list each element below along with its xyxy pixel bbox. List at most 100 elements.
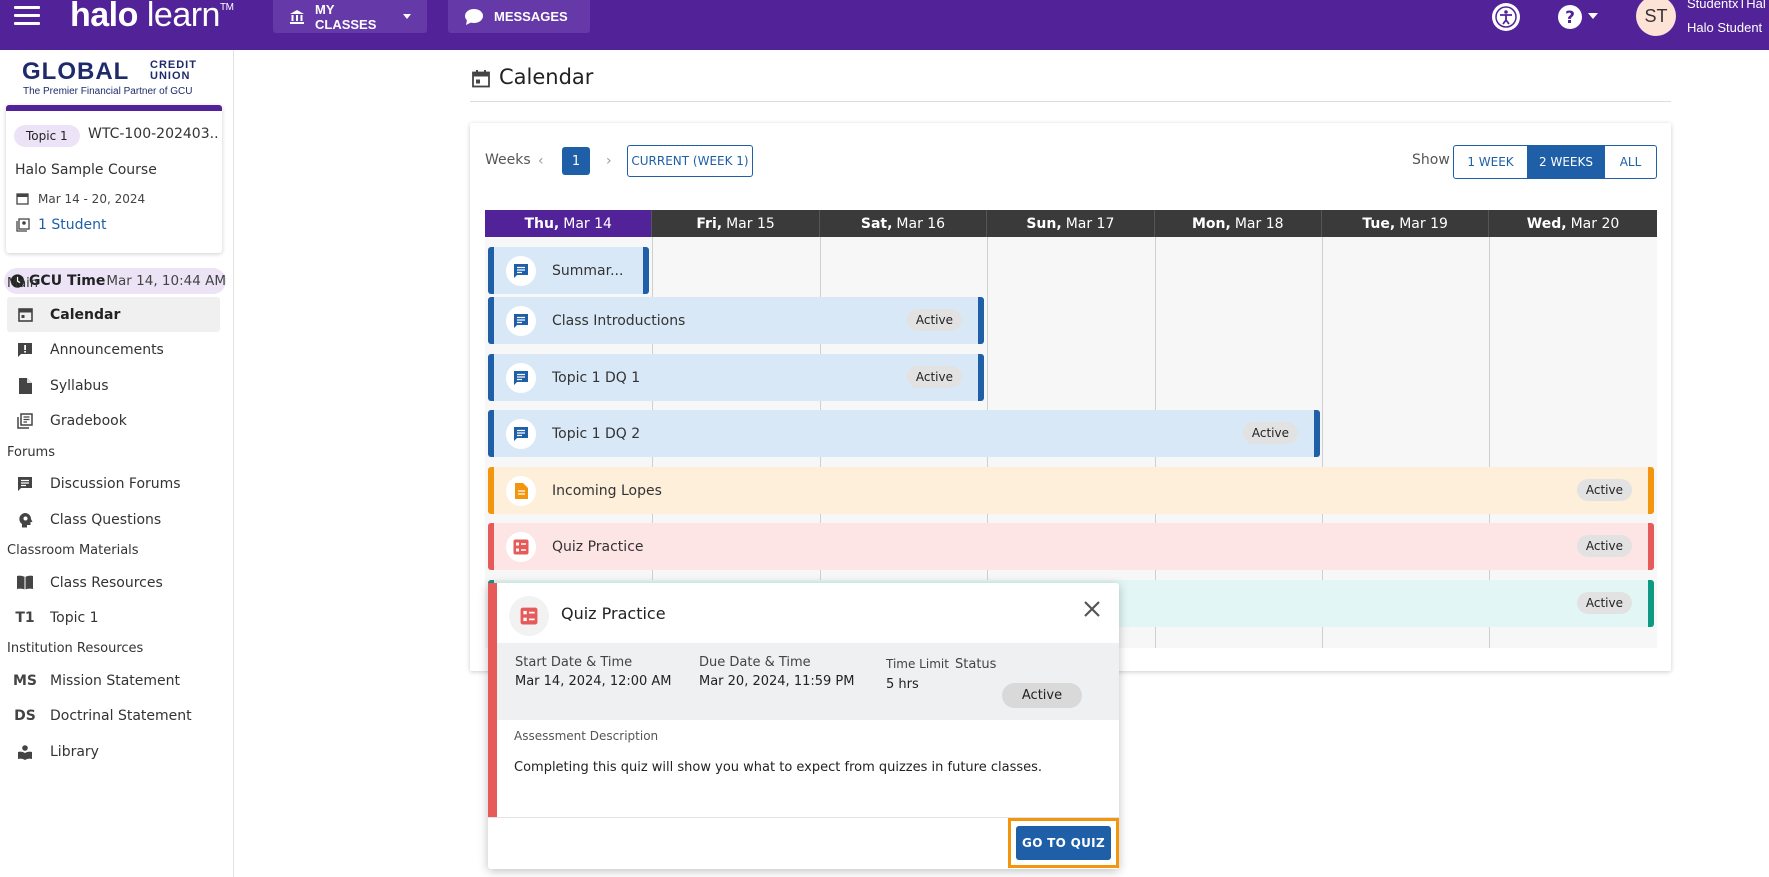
sidebar-item-class-resources[interactable]: Class Resources: [7, 565, 220, 600]
messages-button[interactable]: MESSAGES: [448, 0, 590, 33]
show-1-week-button[interactable]: 1 WEEK: [1454, 146, 1528, 178]
topic-chip: Topic 1: [14, 125, 80, 147]
start-date-value: Mar 14, 2024, 12:00 AM: [515, 674, 672, 689]
question-head-icon: [15, 510, 35, 530]
go-to-quiz-button[interactable]: GO TO QUIZ: [1016, 826, 1111, 860]
document-icon: [15, 376, 35, 396]
svg-text:?: ?: [1565, 8, 1575, 28]
show-range-toggle: 1 WEEK 2 WEEKS ALL: [1453, 145, 1657, 179]
show-label: Show: [1412, 152, 1450, 168]
event-topic-1-dq-2[interactable]: Topic 1 DQ 2 Active: [488, 410, 1320, 457]
status-badge: Active: [1576, 479, 1632, 501]
status-label: Status: [955, 657, 997, 672]
course-dates: Mar 14 - 20, 2024: [38, 192, 146, 206]
discussion-icon: [506, 255, 536, 286]
discussion-icon: [506, 362, 536, 393]
calendar-icon: [472, 70, 490, 88]
sidebar-item-announcements[interactable]: Announcements: [7, 332, 220, 367]
gradebook-icon: [15, 411, 35, 431]
topic-1-abbr: T1: [15, 609, 35, 626]
nav-section-classroom-materials: Classroom Materials: [7, 543, 139, 558]
day-header-sat: Sat, Mar 16: [819, 210, 988, 237]
description-text: Completing this quiz will show you what …: [514, 760, 1043, 775]
event-incoming-lopes[interactable]: Incoming Lopes Active: [488, 467, 1654, 514]
time-limit-value: 5 hrs: [886, 677, 919, 692]
week-number-button[interactable]: 1: [562, 147, 590, 175]
status-badge: Active: [1576, 592, 1632, 614]
top-bar: halo learnTM MY CLASSES MESSAGES ? ST St…: [0, 0, 1769, 50]
sidebar-item-class-questions[interactable]: Class Questions: [7, 502, 220, 537]
show-2-weeks-button[interactable]: 2 WEEKS: [1528, 146, 1605, 178]
popup-accent-bar: [488, 583, 497, 817]
current-week-button[interactable]: CURRENT (WEEK 1): [627, 145, 753, 177]
book-icon: [15, 573, 35, 593]
calendar-icon: [16, 193, 29, 205]
sidebar: GLOBAL CREDIT UNION The Premier Financial…: [0, 50, 234, 877]
nav-section-main: Main: [7, 276, 39, 291]
calendar-header: Thu, Mar 14 Fri, Mar 15 Sat, Mar 16 Sun, Mar…: [485, 210, 1657, 237]
sidebar-item-library[interactable]: Library: [7, 734, 220, 769]
global-credit-union-logo[interactable]: GLOBAL CREDIT UNION The Premier Financial…: [20, 58, 210, 102]
announcement-icon: [15, 340, 35, 360]
chat-bubble-icon: [465, 8, 483, 25]
description-label: Assessment Description: [514, 729, 659, 743]
forum-icon: [15, 474, 35, 494]
day-header-tue: Tue, Mar 19: [1321, 210, 1490, 237]
my-classes-button[interactable]: MY CLASSES: [273, 0, 427, 33]
show-all-button[interactable]: ALL: [1605, 146, 1656, 178]
start-date-label: Start Date & Time: [515, 655, 633, 670]
sidebar-item-doctrinal-statement[interactable]: DS Doctrinal Statement: [7, 698, 220, 733]
menu-icon[interactable]: [14, 6, 40, 28]
sidebar-item-calendar[interactable]: Calendar: [7, 297, 220, 332]
popup-details: Start Date & Time Mar 14, 2024, 12:00 AM…: [497, 643, 1119, 720]
day-header-mon: Mon, Mar 18: [1154, 210, 1322, 237]
status-badge: Active: [906, 366, 962, 388]
due-date-label: Due Date & Time: [699, 655, 811, 670]
students-link[interactable]: 1 Student: [38, 217, 106, 233]
close-icon[interactable]: [1080, 597, 1104, 621]
institution-icon: [290, 9, 304, 24]
time-limit-label: Time Limit: [886, 657, 949, 671]
prev-week-chevron-icon[interactable]: ‹: [538, 153, 544, 169]
calendar-icon: [15, 305, 35, 325]
event-class-introductions[interactable]: Class Introductions Active: [488, 297, 984, 344]
roster-icon: [16, 218, 30, 232]
sidebar-item-mission-statement[interactable]: MS Mission Statement: [7, 663, 220, 698]
help-icon[interactable]: ?: [1556, 3, 1584, 31]
day-header-fri: Fri, Mar 15: [652, 210, 820, 237]
sidebar-item-discussion-forums[interactable]: Discussion Forums: [7, 466, 220, 501]
sidebar-item-syllabus[interactable]: Syllabus: [7, 368, 220, 403]
sidebar-item-gradebook[interactable]: Gradebook: [7, 403, 220, 438]
accessibility-icon[interactable]: [1492, 3, 1520, 31]
quiz-icon: [506, 531, 536, 562]
avatar[interactable]: ST: [1636, 0, 1676, 36]
next-week-chevron-icon[interactable]: ›: [606, 153, 612, 169]
event-quiz-practice[interactable]: Quiz Practice Active: [488, 523, 1654, 570]
course-card: Topic 1 WTC-100-202403... Halo Sample Co…: [6, 105, 222, 253]
status-badge: Active: [1002, 683, 1082, 708]
page-title: Calendar: [499, 65, 594, 89]
course-name: Halo Sample Course: [15, 162, 157, 178]
day-header-sun: Sun, Mar 17: [987, 210, 1155, 237]
halo-learn-logo[interactable]: halo learnTM: [70, 0, 234, 35]
mission-statement-abbr: MS: [13, 672, 38, 689]
user-name: StudentxTHal: [1687, 0, 1766, 11]
user-role: Halo Student: [1687, 20, 1763, 35]
course-code: WTC-100-202403...: [88, 126, 218, 142]
doctrinal-statement-abbr: DS: [14, 707, 36, 724]
help-caret-icon[interactable]: [1588, 13, 1598, 19]
sidebar-item-topic-1[interactable]: T1 Topic 1: [7, 600, 220, 635]
status-badge: Active: [906, 309, 962, 331]
assignment-icon: [506, 475, 536, 506]
due-date-value: Mar 20, 2024, 11:59 PM: [699, 674, 855, 689]
day-header-wed: Wed, Mar 20: [1489, 210, 1657, 237]
quiz-practice-popup: Quiz Practice Start Date & Time Mar 14, …: [488, 583, 1119, 869]
status-badge: Active: [1576, 535, 1632, 557]
nav-section-institution-resources: Institution Resources: [7, 641, 144, 656]
day-header-thu: Thu, Mar 14: [485, 210, 653, 237]
event-summary[interactable]: Summar...: [488, 247, 649, 294]
nav-section-forums: Forums: [7, 445, 55, 460]
library-icon: [15, 742, 35, 762]
event-topic-1-dq-1[interactable]: Topic 1 DQ 1 Active: [488, 354, 984, 401]
status-badge: Active: [1242, 422, 1298, 444]
